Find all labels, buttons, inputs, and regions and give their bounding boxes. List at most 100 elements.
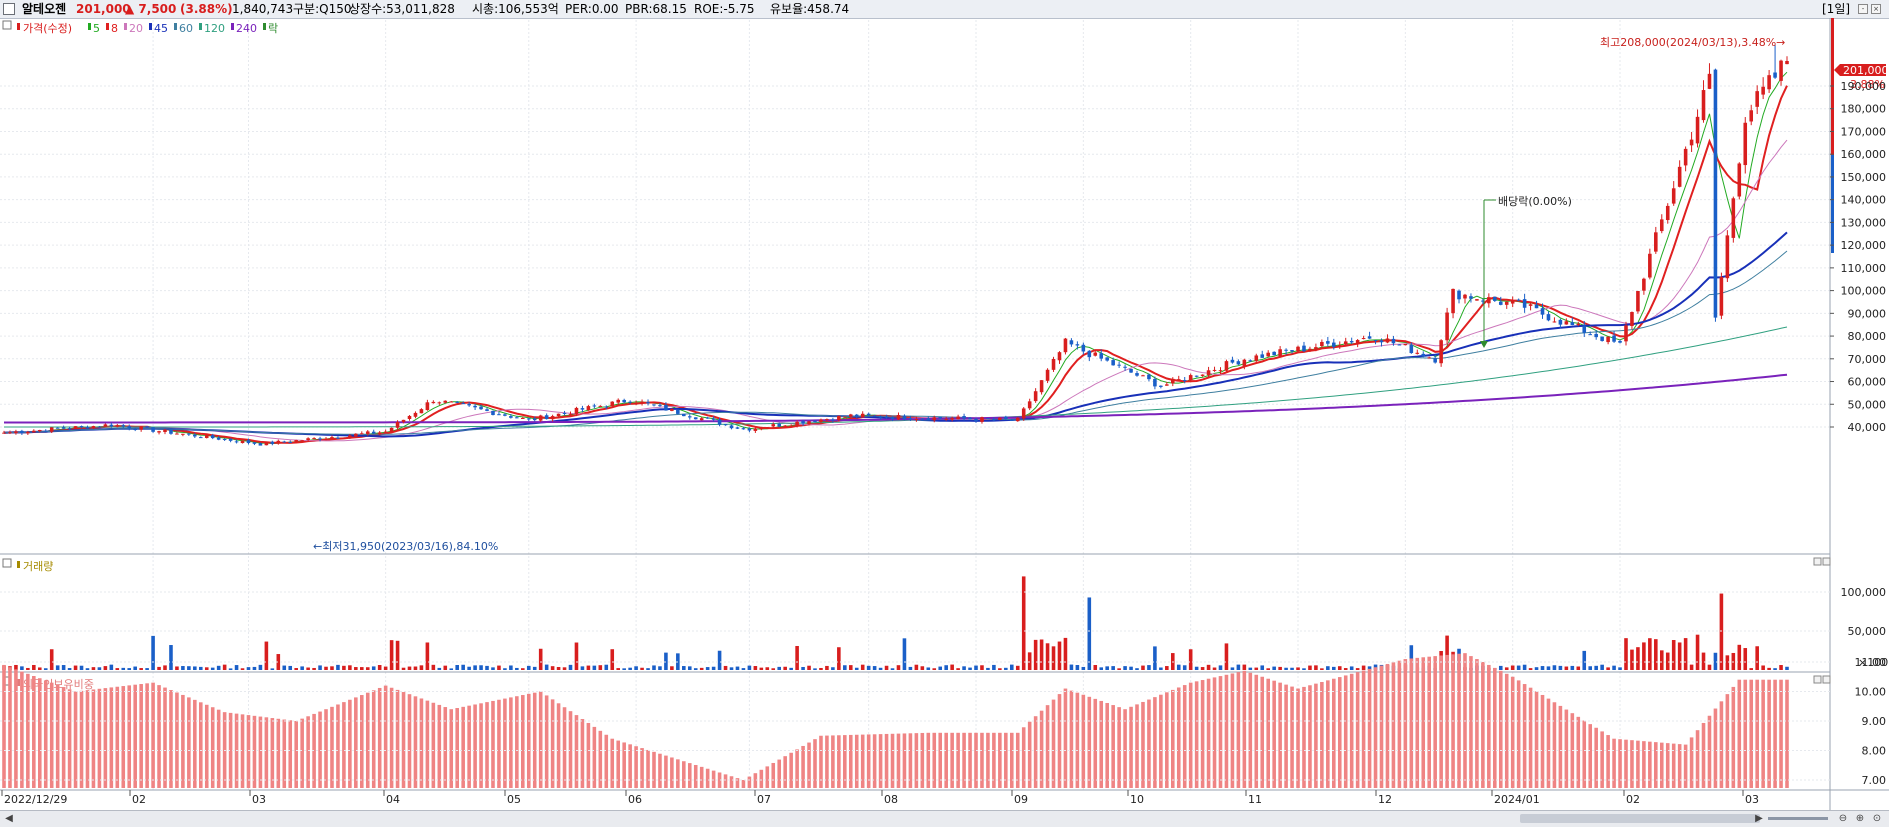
volume-bar [878,667,883,670]
candle-body [1099,353,1104,359]
foreign-holding-bar [1355,672,1360,788]
volume-bar [1135,668,1139,670]
candle-body [455,401,459,403]
candle-body [1296,346,1300,352]
candle-body [1403,344,1408,346]
foreign-holding-bar [467,705,471,788]
candle-body [389,427,394,432]
foreign-holding-bar [121,686,126,788]
volume-bar [61,665,66,670]
candle-body [556,413,561,417]
volume-bar [1510,665,1515,670]
volume-bar [1218,665,1223,670]
volume-bar [837,647,841,670]
volume-bar [377,665,382,670]
volume-bar [1302,668,1306,670]
date-tick-label: 02 [132,793,146,806]
volume-bar [1045,643,1050,670]
candle-body [43,430,48,432]
price-panel-toggle[interactable] [2,20,12,30]
volume-bar [145,668,149,670]
candle-body [228,438,233,441]
foreign-panel-close-button[interactable] [1822,675,1831,684]
volume-bar [747,665,752,670]
volume-bar [1755,646,1759,670]
foreign-holding-bar [1379,665,1384,788]
candle-body [658,405,662,407]
foreign-holding-bar [377,687,382,788]
zoom-out-icon[interactable]: ⊖ [1836,812,1850,825]
volume-bar [664,652,668,670]
volume-panel-max-button[interactable] [1813,557,1822,566]
candle-body [687,416,692,418]
foreign-holding-bar [1099,700,1104,788]
stock-chart[interactable]: 가격(수정) 5 8 20 45 60 120 240 락 최고208,000(2024/03… [0,0,1889,810]
foreign-holding-bar [1349,673,1354,788]
foreign-holding-bar [1027,721,1032,788]
ma5-line [3,71,1788,445]
volume-bar [1588,666,1593,670]
candle-body [890,417,895,419]
foreign-holding-bar [461,706,465,788]
zoom-reset-icon[interactable]: ⊙ [1870,812,1884,825]
candle-body [413,412,418,417]
candle-body [1153,378,1157,387]
candle-body [1558,319,1563,325]
scroll-thumb[interactable] [1520,814,1760,823]
volume-bar [222,664,227,670]
foreign-holding-bar [8,667,12,788]
zoom-in-icon[interactable]: ⊕ [1853,812,1867,825]
candle-body [938,416,943,419]
candle-body [14,431,18,433]
foreign-holding-bar [1487,664,1491,788]
foreign-holding-bar [1165,692,1169,788]
candle-body [133,429,137,431]
foreign-holding-bar [1546,698,1551,788]
volume-bar [628,667,632,670]
candle-body [1671,188,1676,204]
foreign-holding-bar [1493,667,1497,788]
foreign-holding-bar [1695,730,1700,788]
candle-body [431,401,436,404]
volume-bar [55,665,60,670]
candle-body [723,424,728,426]
foreign-tick-label: 7.00 [1862,774,1887,787]
candle-body [914,418,919,420]
foreign-holding-bar [1296,688,1300,788]
zoom-slider[interactable] [1768,817,1828,820]
volume-bar [288,665,293,670]
candle-body [574,407,579,414]
volume-bar [807,665,811,670]
candle-body [419,409,424,414]
foreign-holding-bar [413,696,418,788]
volume-panel-toggle[interactable] [2,558,12,568]
ma8-line [3,85,1788,444]
scroll-right-button[interactable]: ▶ [1752,812,1766,825]
foreign-holding-bar [526,693,531,788]
date-tick-label: 2024/01 [1494,793,1540,806]
candle-body [1367,336,1372,339]
foreign-holding-bar [1081,694,1086,788]
candle-body [1606,336,1610,343]
candle-body [1659,219,1664,232]
ex-dividend-legend-label: 락 [268,22,278,35]
price-tick-label: 140,000 [1841,194,1887,207]
scroll-left-button[interactable]: ◀ [2,812,16,825]
volume-bar [848,665,853,670]
foreign-holding-bar [157,685,161,788]
candle-body [1564,321,1569,325]
candle-body [97,426,102,428]
candle-body [1677,166,1682,187]
horizontal-scrollbar[interactable]: ◀ ▶ ⊖ ⊕ ⊙ [0,810,1889,827]
ma-legend-swatch [149,23,152,30]
volume-bar [896,665,901,670]
volume-bar [342,665,346,670]
volume-panel-close-button[interactable] [1822,557,1831,566]
volume-bar [210,667,215,670]
foreign-holding-bar [634,746,638,788]
foreign-holding-bar [43,680,48,788]
foreign-holding-bar [1063,688,1068,788]
foreign-panel-max-button[interactable] [1813,675,1822,684]
candle-body [568,413,573,415]
volume-bar [1779,665,1783,670]
